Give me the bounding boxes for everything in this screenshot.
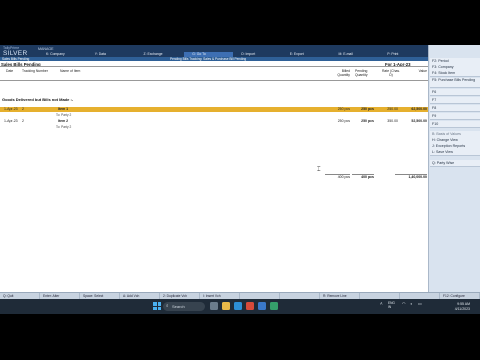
btn-f7[interactable]: F7	[430, 97, 480, 104]
row-tracking: 2	[22, 107, 24, 111]
language-indicator[interactable]: ENG IN	[388, 301, 398, 309]
row-rate: 250.00	[387, 107, 398, 111]
wifi-icon[interactable]: ◠	[402, 302, 406, 306]
btn-f10[interactable]: F10	[430, 121, 480, 128]
mail-icon[interactable]	[258, 302, 266, 310]
tally-logo: SILVER	[3, 50, 28, 57]
task-view-icon[interactable]	[210, 302, 218, 310]
windows-taskbar: ⌕ Search ˄ ENG IN ◠ ◖ ▭ 9:55 AM 4/11/202…	[0, 299, 480, 314]
titlebar-center: Pending Bills Tracking: Sales & Purchase…	[170, 57, 247, 61]
total-pending: 400 pcs	[352, 174, 374, 179]
col-pending: Pending Quantity	[355, 69, 368, 77]
row-tracking: 2	[22, 119, 24, 123]
total-value: 1,40,000.00	[395, 174, 427, 179]
row-pending: 250 pcs	[361, 119, 374, 123]
row-party: To: Party 2	[56, 125, 72, 129]
btn-f9[interactable]: F9	[430, 113, 480, 120]
taskbar-search[interactable]: ⌕ Search	[163, 302, 205, 311]
row-date: 1-Apr-23	[4, 107, 18, 111]
col-rate: Rate (Chas. D)	[381, 69, 401, 77]
row-value: 62,500.00	[411, 107, 427, 111]
row-rate: 350.00	[387, 119, 398, 123]
tally-app-icon[interactable]	[270, 302, 278, 310]
btn-save-view[interactable]: L: Save View	[430, 149, 480, 156]
button-panel: F2: Period F3: Company F4: Stock Item F5…	[428, 45, 480, 299]
clock-date[interactable]: 4/11/2023	[430, 307, 470, 311]
windows-start-icon[interactable]	[153, 302, 161, 310]
col-item: Name of Item	[60, 69, 81, 73]
top-bar: TallyPrime SILVER MANAGE K: Company Y: D…	[0, 45, 480, 57]
clock-time[interactable]: 9:55 AM	[430, 302, 470, 306]
btn-purchase-bills[interactable]: F5: Purchase Bills Pending	[430, 78, 480, 88]
titlebar-left: Sales Bills Pending	[2, 57, 30, 61]
row-item: Item 1	[58, 107, 69, 111]
row-item: Item 2	[58, 119, 69, 123]
report-titlebar: Sales Bills Pending Pending Bills Tracki…	[0, 57, 428, 61]
tray-chevron-icon[interactable]: ˄	[380, 301, 383, 306]
col-value: Value	[418, 69, 427, 73]
row-billed: 250 pcs	[337, 107, 350, 111]
col-date: Date	[6, 69, 14, 73]
screen: TallyPrime SILVER MANAGE K: Company Y: D…	[0, 0, 480, 360]
company-label: MANAGE	[38, 47, 54, 51]
store-icon[interactable]	[246, 302, 254, 310]
edge-browser-icon[interactable]	[234, 302, 242, 310]
btn-f8[interactable]: F8	[430, 105, 480, 112]
table-row[interactable]: 1-Apr-23 2 Item 1 250 pcs 250 pcs 250.00…	[0, 107, 428, 112]
mouse-cursor-icon: ⌶	[317, 167, 321, 173]
search-icon: ⌕	[166, 303, 169, 308]
btn-f6[interactable]: F6	[430, 89, 480, 96]
btn-party-wise[interactable]: Q: Party Wise	[430, 160, 480, 167]
row-billed: 250 pcs	[337, 119, 350, 123]
btn-stock-item[interactable]: F4: Stock Item	[430, 70, 480, 77]
column-header: Date Tracking Number Name of Item Billed…	[0, 66, 428, 81]
total-billed: 400 pcs	[325, 174, 350, 179]
function-key-bar: Q: Quit Enter: Alter Space: Select A: Ad…	[0, 292, 480, 299]
group-heading: Goods Delivered but Bills not Made :-	[2, 97, 74, 102]
row-date: 1-Apr-23	[4, 119, 18, 123]
tally-window: TallyPrime SILVER MANAGE K: Company Y: D…	[0, 45, 480, 299]
col-billed: Billed Quantity	[337, 69, 350, 77]
col-tracking: Tracking Number	[22, 69, 48, 73]
battery-icon[interactable]: ▭	[418, 302, 422, 306]
row-value: 52,500.00	[411, 119, 427, 123]
file-explorer-icon[interactable]	[222, 302, 230, 310]
row-party: To: Party 2	[56, 113, 72, 117]
search-placeholder: Search	[172, 304, 185, 309]
row-pending: 250 pcs	[361, 107, 374, 111]
table-row[interactable]: 1-Apr-23 2 Item 2 250 pcs 250 pcs 350.00…	[0, 119, 428, 124]
volume-icon[interactable]: ◖	[410, 302, 412, 306]
